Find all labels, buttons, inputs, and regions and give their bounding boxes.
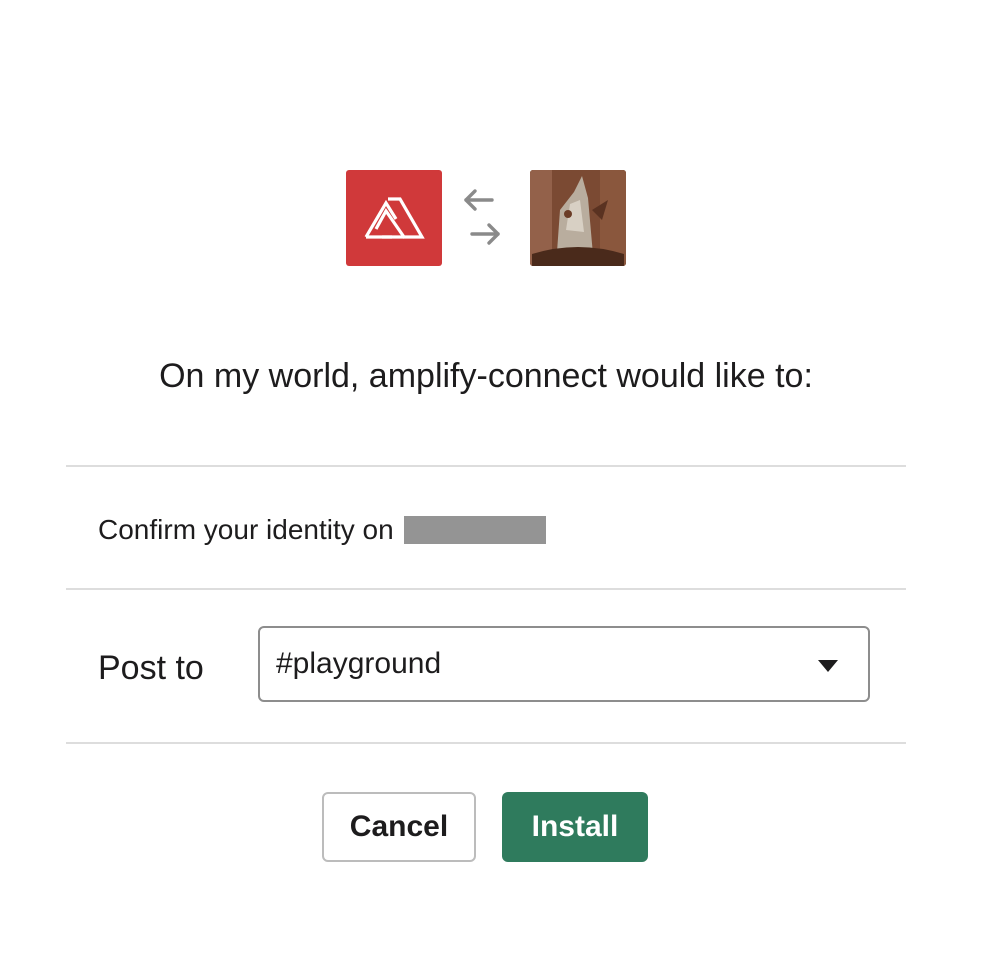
permission-item: Confirm your identity on [98, 510, 546, 550]
divider-bottom [66, 742, 906, 744]
permission-label: Confirm your identity on [98, 514, 394, 545]
chevron-down-icon[interactable] [818, 660, 838, 672]
cancel-button[interactable]: Cancel [322, 792, 476, 862]
post-to-label: Post to [98, 649, 204, 687]
install-button[interactable]: Install [502, 792, 648, 862]
amplify-logo-icon [364, 197, 425, 239]
workspace-avatar [530, 170, 626, 266]
divider-top [66, 465, 906, 467]
channel-select-value: #playground [276, 647, 442, 680]
app-logo [346, 170, 442, 266]
divider-middle [66, 588, 906, 590]
exchange-arrows-icon [464, 189, 500, 245]
redacted-workspace-name [403, 516, 546, 544]
page-heading: On my world, amplify-connect would like … [159, 357, 813, 395]
workspace-avatar-image [530, 170, 626, 266]
channel-select[interactable]: #playground [258, 626, 870, 702]
